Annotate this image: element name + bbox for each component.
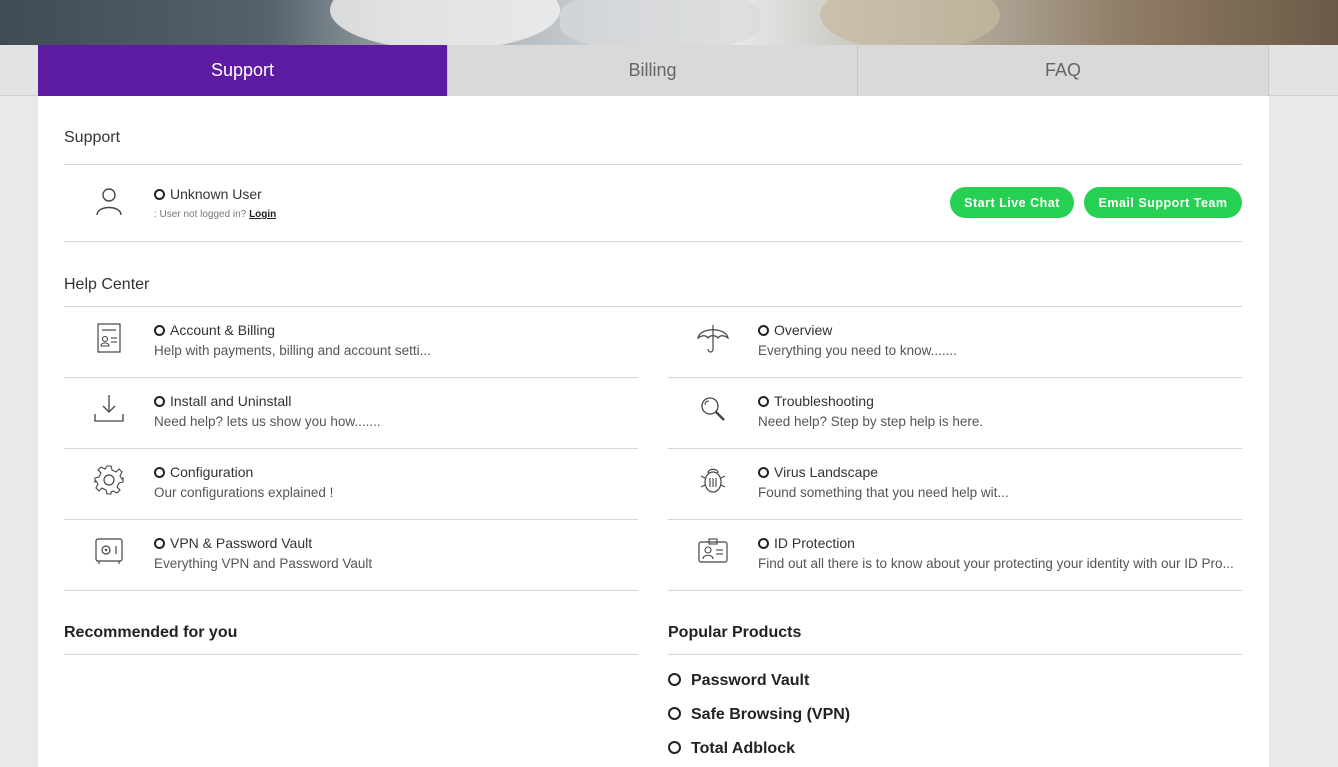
tab-billing[interactable]: Billing bbox=[448, 45, 858, 96]
help-item-desc: Need help? lets us show you how....... bbox=[154, 414, 381, 429]
help-item-desc: Everything you need to know....... bbox=[758, 343, 957, 358]
divider bbox=[64, 164, 1242, 165]
help-item-title-text: Account & Billing bbox=[170, 322, 276, 338]
help-item-title: Account & Billing bbox=[154, 322, 275, 338]
help-item-install-uninstall[interactable]: Install and Uninstall Need help? lets us… bbox=[64, 378, 638, 449]
recommended-heading: Recommended for you bbox=[64, 624, 238, 641]
magnifier-icon bbox=[701, 397, 725, 421]
document-icon bbox=[97, 323, 121, 353]
radio-icon bbox=[758, 325, 769, 336]
hero-shape bbox=[330, 0, 560, 45]
product-link-password-vault[interactable]: Password Vault bbox=[668, 672, 809, 690]
bug-icon bbox=[700, 468, 726, 493]
download-icon bbox=[94, 395, 124, 422]
tab-bar: Support Billing FAQ bbox=[0, 45, 1338, 96]
help-item-desc: Found something that you need help wit..… bbox=[758, 485, 1009, 500]
help-item-virus-landscape[interactable]: Virus Landscape Found something that you… bbox=[668, 449, 1242, 520]
radio-icon bbox=[154, 325, 165, 336]
tab-support[interactable]: Support bbox=[38, 45, 448, 96]
divider bbox=[64, 590, 638, 591]
help-item-title: Configuration bbox=[154, 464, 253, 480]
user-icon bbox=[96, 188, 122, 216]
help-item-title-text: Virus Landscape bbox=[774, 464, 879, 480]
radio-icon bbox=[154, 538, 165, 549]
vault-icon bbox=[95, 538, 123, 564]
radio-icon bbox=[154, 467, 165, 478]
product-link-safe-browsing[interactable]: Safe Browsing (VPN) bbox=[668, 706, 850, 724]
help-item-title-text: Install and Uninstall bbox=[170, 393, 292, 409]
radio-icon bbox=[758, 396, 769, 407]
help-item-desc: Everything VPN and Password Vault bbox=[154, 556, 373, 571]
radio-icon bbox=[758, 467, 769, 478]
divider bbox=[64, 241, 1242, 242]
help-item-title: ID Protection bbox=[758, 535, 855, 551]
user-name-text: Unknown User bbox=[170, 186, 262, 202]
help-item-title: VPN & Password Vault bbox=[154, 535, 312, 551]
login-link[interactable]: Login bbox=[249, 209, 276, 220]
help-item-title-text: Troubleshooting bbox=[774, 393, 874, 409]
divider bbox=[64, 654, 638, 655]
radio-icon bbox=[154, 396, 165, 407]
tab-faq[interactable]: FAQ bbox=[858, 45, 1269, 96]
login-prompt-text: : User not logged in? bbox=[154, 209, 247, 220]
help-item-title: Virus Landscape bbox=[758, 464, 878, 480]
help-item-overview[interactable]: Overview Everything you need to know....… bbox=[668, 307, 1242, 378]
help-item-vpn-password-vault[interactable]: VPN & Password Vault Everything VPN and … bbox=[64, 520, 638, 591]
help-item-troubleshooting[interactable]: Troubleshooting Need help? Step by step … bbox=[668, 378, 1242, 449]
umbrella-icon bbox=[697, 325, 729, 353]
help-center-heading: Help Center bbox=[64, 276, 150, 293]
user-name: Unknown User bbox=[154, 186, 262, 202]
help-item-title: Troubleshooting bbox=[758, 393, 874, 409]
product-link-total-adblock[interactable]: Total Adblock bbox=[668, 740, 795, 758]
radio-icon bbox=[758, 538, 769, 549]
radio-icon bbox=[668, 741, 681, 754]
popular-products-heading: Popular Products bbox=[668, 624, 802, 641]
help-item-desc: Find out all there is to know about your… bbox=[758, 556, 1234, 571]
divider bbox=[668, 590, 1242, 591]
help-item-desc: Our configurations explained ! bbox=[154, 485, 334, 500]
hero-shape bbox=[820, 0, 1000, 45]
help-item-title: Install and Uninstall bbox=[154, 393, 291, 409]
divider bbox=[668, 654, 1242, 655]
help-item-desc: Help with payments, billing and account … bbox=[154, 343, 431, 358]
login-prompt: : User not logged in? Login bbox=[154, 209, 276, 220]
product-label: Safe Browsing (VPN) bbox=[691, 706, 851, 723]
help-item-id-protection[interactable]: ID Protection Find out all there is to k… bbox=[668, 520, 1242, 591]
hero-shape bbox=[560, 0, 760, 45]
email-support-button[interactable]: Email Support Team bbox=[1084, 187, 1242, 218]
gear-icon bbox=[94, 465, 124, 495]
support-panel: Support Unknown User : User not logged i… bbox=[38, 96, 1269, 767]
help-item-title-text: ID Protection bbox=[774, 535, 855, 551]
help-item-title-text: Overview bbox=[774, 322, 833, 338]
hero-banner bbox=[0, 0, 1338, 45]
support-heading: Support bbox=[64, 129, 121, 146]
radio-icon bbox=[668, 673, 681, 686]
product-label: Password Vault bbox=[691, 672, 810, 689]
start-live-chat-button[interactable]: Start Live Chat bbox=[950, 187, 1074, 218]
radio-icon bbox=[668, 707, 681, 720]
help-item-title-text: VPN & Password Vault bbox=[170, 535, 313, 551]
radio-icon bbox=[154, 189, 165, 200]
product-label: Total Adblock bbox=[691, 740, 795, 757]
help-item-configuration[interactable]: Configuration Our configurations explain… bbox=[64, 449, 638, 520]
help-item-title: Overview bbox=[758, 322, 832, 338]
help-item-account-billing[interactable]: Account & Billing Help with payments, bi… bbox=[64, 307, 638, 378]
help-item-title-text: Configuration bbox=[170, 464, 254, 480]
id-card-icon bbox=[698, 538, 728, 563]
help-item-desc: Need help? Step by step help is here. bbox=[758, 414, 984, 429]
